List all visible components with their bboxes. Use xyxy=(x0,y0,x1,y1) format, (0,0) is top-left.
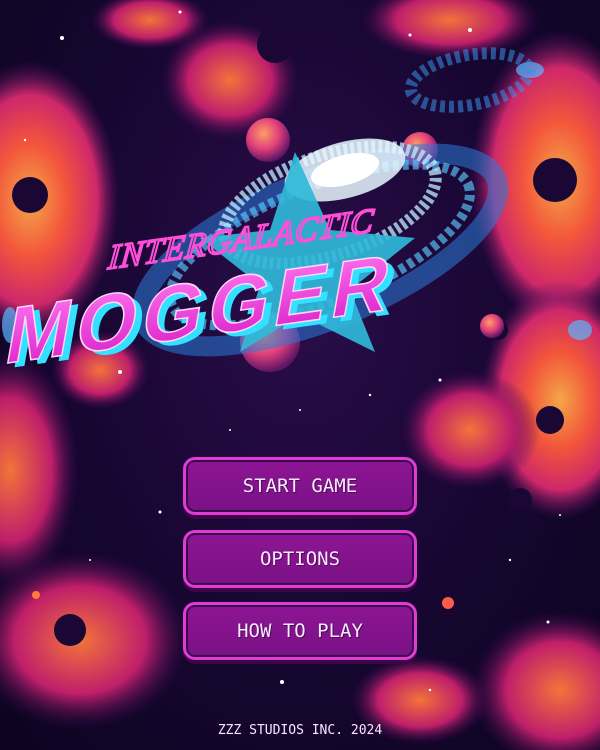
title-screen: INTERGALACTIC MOGGER MOGGER START GAME O… xyxy=(0,0,600,750)
options-button[interactable]: OPTIONS xyxy=(183,530,417,588)
how-to-play-label: HOW TO PLAY xyxy=(237,620,363,642)
start-game-button[interactable]: START GAME xyxy=(183,457,417,515)
studio-credit: ZZZ STUDIOS INC. 2024 xyxy=(217,723,383,738)
start-game-label: START GAME xyxy=(242,475,358,497)
how-to-play-button[interactable]: HOW TO PLAY xyxy=(183,602,417,660)
options-label: OPTIONS xyxy=(259,548,341,570)
